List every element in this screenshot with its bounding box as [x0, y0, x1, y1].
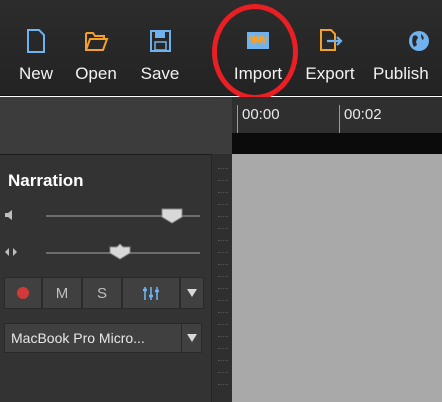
pan-icon: [5, 248, 17, 256]
grip-line: [218, 180, 228, 181]
triangle-down-icon: [187, 289, 197, 297]
track-panel: Narration M S MacBook Pro Micro...: [0, 154, 211, 402]
grip-line: [218, 348, 228, 349]
grip-line: [218, 252, 228, 253]
export-icon: [320, 29, 343, 51]
mute-button[interactable]: M: [42, 277, 82, 309]
grip-line: [218, 264, 228, 265]
grip-line: [218, 300, 228, 301]
panel-resize-handle[interactable]: [211, 154, 232, 402]
grip-line: [218, 168, 228, 169]
track-mixer-button[interactable]: [122, 277, 180, 309]
grip-line: [218, 360, 228, 361]
highlight-circle: [212, 4, 298, 100]
grip-line: [218, 204, 228, 205]
timeline-ruler[interactable]: 00:00 00:02: [232, 97, 442, 133]
grip-line: [218, 276, 228, 277]
grip-line: [218, 384, 228, 385]
ruler-tick-label: 00:00: [242, 106, 280, 123]
timeline-canvas[interactable]: [232, 154, 442, 402]
ruler-tick: [237, 105, 238, 133]
volume-icon: [5, 210, 12, 220]
solo-button[interactable]: S: [82, 277, 122, 309]
grip-line: [218, 228, 228, 229]
publish-button-label: Publish: [373, 64, 429, 83]
grip-line: [218, 216, 228, 217]
open-button-label: Open: [75, 64, 117, 83]
pan-slider-thumb[interactable]: [109, 244, 131, 260]
new-button[interactable]: New: [4, 22, 68, 92]
mute-label: M: [55, 284, 69, 302]
solo-label: S: [96, 284, 107, 302]
grip-line: [218, 240, 228, 241]
track-name: Narration: [8, 171, 84, 190]
grip-line: [218, 324, 228, 325]
new-button-label: New: [18, 64, 53, 83]
ruler-tick: [339, 105, 340, 133]
export-button-label: Export: [305, 64, 355, 83]
volume-slider-thumb[interactable]: [161, 208, 183, 224]
input-device-select[interactable]: MacBook Pro Micro...: [4, 323, 202, 353]
input-device-dropdown-arrow[interactable]: [181, 324, 201, 352]
track-header-spacer: [0, 97, 232, 154]
save-button[interactable]: Save: [128, 22, 192, 92]
publish-button[interactable]: Publish: [373, 22, 442, 92]
grip-line: [218, 336, 228, 337]
save-button-label: Save: [140, 64, 180, 83]
ruler-tick-label: 00:02: [344, 106, 382, 123]
open-button[interactable]: Open: [64, 22, 128, 92]
record-icon: [17, 287, 29, 299]
grip-line: [218, 312, 228, 313]
record-arm-button[interactable]: [4, 277, 42, 309]
open-folder-icon: [85, 32, 109, 51]
save-disk-icon: [150, 30, 171, 52]
timeline-ruler-bar: [232, 133, 442, 154]
track-menu-button[interactable]: [180, 277, 204, 309]
new-document-icon: [27, 29, 45, 53]
input-device-value: MacBook Pro Micro...: [11, 330, 145, 346]
mixer-sliders-icon: [143, 287, 159, 300]
grip-line: [218, 372, 228, 373]
triangle-down-icon: [187, 334, 197, 342]
grip-line: [218, 192, 228, 193]
globe-icon: [409, 31, 429, 51]
grip-line: [218, 288, 228, 289]
export-button[interactable]: Export: [298, 22, 362, 92]
